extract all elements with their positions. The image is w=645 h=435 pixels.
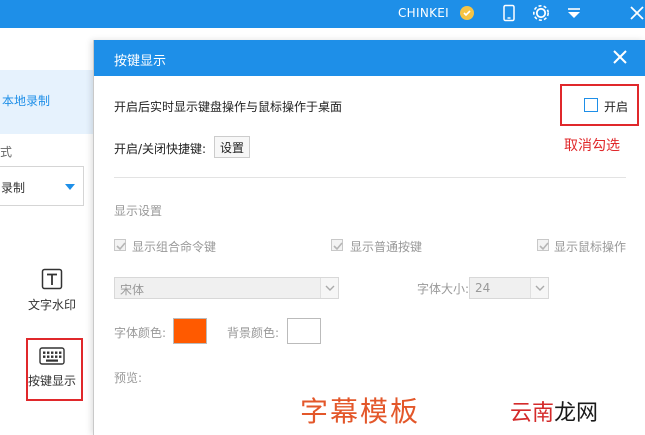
watermark-part2: 龙网: [554, 401, 599, 426]
hotkey-label: 开启/关闭快捷键:: [114, 142, 207, 156]
bg-color-swatch[interactable]: [287, 318, 321, 344]
record-mode-value: 录制: [1, 181, 26, 195]
sidebar-item-label: 本地录制: [2, 94, 51, 108]
watermark-part1: 云南: [510, 401, 555, 426]
text-watermark-icon: [41, 268, 63, 290]
tool-label: 文字水印: [27, 298, 76, 312]
brand-name: CHINKEI: [398, 6, 450, 20]
mouse-action-label: 显示鼠标操作: [554, 240, 627, 254]
combo-key-label: 显示组合命令键: [132, 240, 217, 254]
settings-gear-icon[interactable]: [532, 4, 550, 22]
font-size-select[interactable]: 24: [469, 277, 549, 299]
record-mode-select[interactable]: 录制: [0, 166, 84, 206]
font-color-swatch[interactable]: [173, 318, 207, 344]
combo-key-checkbox[interactable]: [114, 239, 126, 251]
sidebar-item-local-record[interactable]: 本地录制: [0, 70, 93, 134]
font-color-label: 字体颜色:: [114, 326, 167, 340]
chevron-down-icon: [320, 278, 338, 298]
bg-color-label: 背景颜色:: [227, 326, 280, 340]
display-settings-heading: 显示设置: [114, 204, 163, 218]
close-icon[interactable]: [612, 49, 628, 65]
highlight-box: [26, 338, 83, 401]
font-family-value: 宋体: [120, 283, 145, 297]
chevron-down-icon: [530, 278, 548, 298]
menu-dropdown-icon[interactable]: [565, 4, 583, 22]
font-size-label: 字体大小:: [417, 282, 470, 296]
mobile-icon[interactable]: [500, 4, 518, 22]
realtime-description: 开启后实时显示键盘操作与鼠标操作于桌面: [114, 100, 343, 114]
enable-checkbox-label[interactable]: 开启: [604, 98, 628, 115]
chevron-down-icon: [65, 184, 75, 190]
checkmark-icon: [539, 242, 549, 251]
site-watermark: 云南龙网: [510, 395, 598, 427]
title-bar: CHINKEI: [0, 0, 645, 28]
section-label-fragment: 式: [0, 145, 13, 159]
annotation-uncheck: 取消勾选: [564, 138, 620, 154]
window-close-icon[interactable]: [628, 4, 645, 22]
mouse-action-checkbox[interactable]: [537, 239, 549, 251]
divider: [114, 177, 626, 178]
font-family-select[interactable]: 宋体: [114, 277, 339, 299]
dialog-title: 按键显示: [114, 54, 167, 69]
preview-label: 预览:: [114, 371, 143, 385]
vip-badge-icon[interactable]: [458, 4, 476, 22]
normal-key-label: 显示普通按键: [350, 240, 423, 254]
key-display-dialog: 按键显示 开启后实时显示键盘操作与鼠标操作于桌面 开启 开启/关闭快捷键: 设置…: [93, 40, 645, 435]
text-watermark-tool[interactable]: 文字水印: [17, 268, 87, 313]
enable-checkbox[interactable]: [584, 98, 598, 112]
font-size-value: 24: [475, 281, 491, 295]
checkmark-icon: [116, 242, 126, 251]
checkmark-icon: [333, 242, 343, 251]
normal-key-checkbox[interactable]: [331, 239, 343, 251]
hotkey-set-button[interactable]: 设置: [214, 136, 250, 158]
dialog-header: 按键显示: [94, 40, 645, 76]
preview-text: 字幕模板: [300, 395, 421, 428]
